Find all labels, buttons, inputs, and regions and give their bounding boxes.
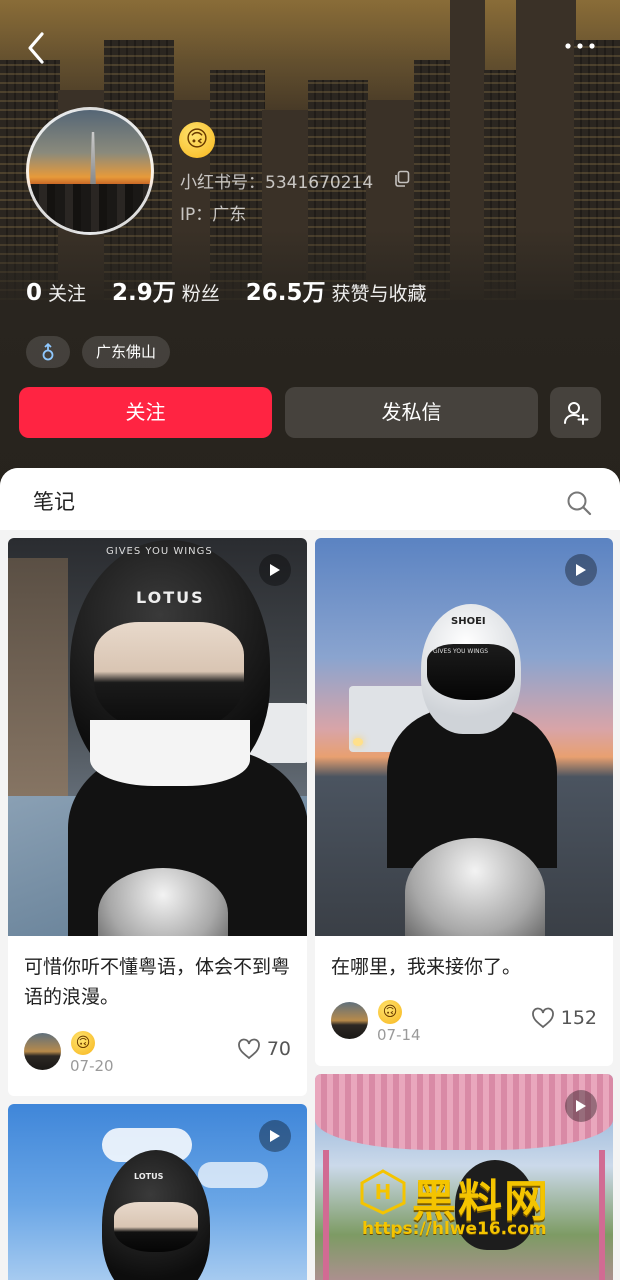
back-arrow-icon[interactable] (22, 30, 52, 66)
play-icon (270, 1130, 280, 1142)
stat-label: 关注 (48, 283, 87, 305)
note-cover: GIVES YOU WINGS LOTUS (8, 538, 307, 936)
copy-icon[interactable] (394, 170, 410, 188)
video-badge (259, 554, 291, 586)
note-date: 07-20 (70, 1057, 114, 1075)
stat-likes-and-saves[interactable]: 26.5万 获赞与收藏 (246, 273, 427, 307)
more-options-icon[interactable] (562, 36, 598, 56)
headlight (353, 738, 363, 746)
stat-value: 0 (26, 280, 43, 306)
tab-notes[interactable]: 笔记 (33, 486, 75, 516)
stat-followers[interactable]: 2.9万 粉丝 (112, 273, 220, 307)
watermark-logo-icon: H (360, 1169, 406, 1215)
stat-value: 2.9万 (112, 280, 176, 306)
play-icon (576, 564, 586, 576)
helmet-visor: GIVES YOU WINGS (427, 644, 515, 700)
stat-value: 26.5万 (245, 280, 326, 306)
heart-icon (237, 1038, 260, 1060)
note-card[interactable]: GIVES YOU WINGS LOTUS 可惜你听不懂粤语，体会不到粤语的浪漫… (8, 538, 307, 1096)
send-message-button[interactable]: 发私信 (285, 387, 538, 438)
follow-button[interactable]: 关注 (19, 387, 272, 438)
male-icon (42, 343, 54, 361)
helmet-brand: LOTUS (134, 1172, 164, 1181)
cloud (198, 1162, 268, 1188)
location-tag: 广东佛山 (82, 336, 171, 368)
gender-tag (26, 336, 70, 368)
heart-icon (531, 1007, 554, 1029)
video-badge (565, 554, 597, 586)
watermark-url: https://hlwe16.com (362, 1219, 547, 1239)
note-date: 07-14 (377, 1026, 421, 1044)
like-counter[interactable]: 70 (237, 1038, 291, 1060)
notes-tab-bar: 笔记 (0, 468, 620, 530)
play-icon (576, 1100, 586, 1112)
like-count: 152 (560, 1007, 597, 1029)
helmet-visor (114, 1202, 198, 1252)
stat-label: 获赞与收藏 (331, 283, 427, 305)
author-avatar (24, 1033, 61, 1070)
black-helmet: LOTUS (102, 1150, 210, 1280)
note-card[interactable]: LOTUS (8, 1104, 307, 1280)
search-icon[interactable] (566, 490, 592, 516)
profile-nickname-emoji: 🙃 (179, 122, 215, 158)
like-counter[interactable]: 152 (531, 1007, 597, 1029)
note-title: 可惜你听不懂粤语，体会不到粤语的浪漫。 (24, 956, 291, 1008)
note-card[interactable]: SHOEI GIVES YOU WINGS 在哪里，我来接你了。 🙃 07-14… (315, 538, 613, 1066)
profile-avatar[interactable] (26, 107, 154, 235)
stat-following[interactable]: 0 关注 (26, 279, 86, 306)
video-badge (259, 1120, 291, 1152)
chin-bar (90, 720, 250, 786)
helmet-brand: SHOEI (451, 616, 486, 627)
black-helmet: GIVES YOU WINGS LOTUS (70, 540, 270, 790)
play-icon (270, 564, 280, 576)
video-badge (565, 1090, 597, 1122)
profile-stats: 0 关注 2.9万 粉丝 26.5万 获赞与收藏 (26, 273, 427, 307)
helmet-strap-text: GIVES YOU WINGS (106, 546, 213, 557)
note-title: 在哪里，我来接你了。 (331, 956, 522, 978)
stat-label: 粉丝 (181, 283, 220, 305)
notes-panel: 笔记 GIVES YOU WINGS LOTUS 可惜你听不懂粤语，体会不到粤语… (0, 468, 620, 1280)
profile-header: 🙃 小红书号：5341670214 IP：广东 0 关注 2.9万 粉丝 26.5万… (0, 0, 620, 500)
helmet-visor (94, 622, 244, 732)
avatar-skyline (29, 184, 151, 232)
white-helmet: SHOEI GIVES YOU WINGS (421, 604, 521, 734)
like-count: 70 (266, 1038, 291, 1060)
add-user-icon (563, 401, 588, 425)
svg-text:H: H (375, 1180, 392, 1204)
helmet-strap-text: GIVES YOU WINGS (433, 648, 489, 655)
author-name-emoji: 🙃 (378, 1000, 402, 1024)
red-id-label: 小红书号：5341670214 (180, 173, 374, 193)
site-watermark: H 黑料网 https://hlwe16.com (360, 1165, 600, 1245)
author-name-emoji: 🙃 (71, 1031, 95, 1055)
pink-pillar (323, 1150, 329, 1280)
add-friend-button[interactable] (550, 387, 601, 438)
helmet-brand: LOTUS (136, 588, 205, 607)
note-cover: SHOEI GIVES YOU WINGS (315, 538, 613, 936)
street-building (8, 558, 68, 818)
ip-location: IP：广东 (180, 205, 247, 225)
author-avatar (331, 1002, 368, 1039)
